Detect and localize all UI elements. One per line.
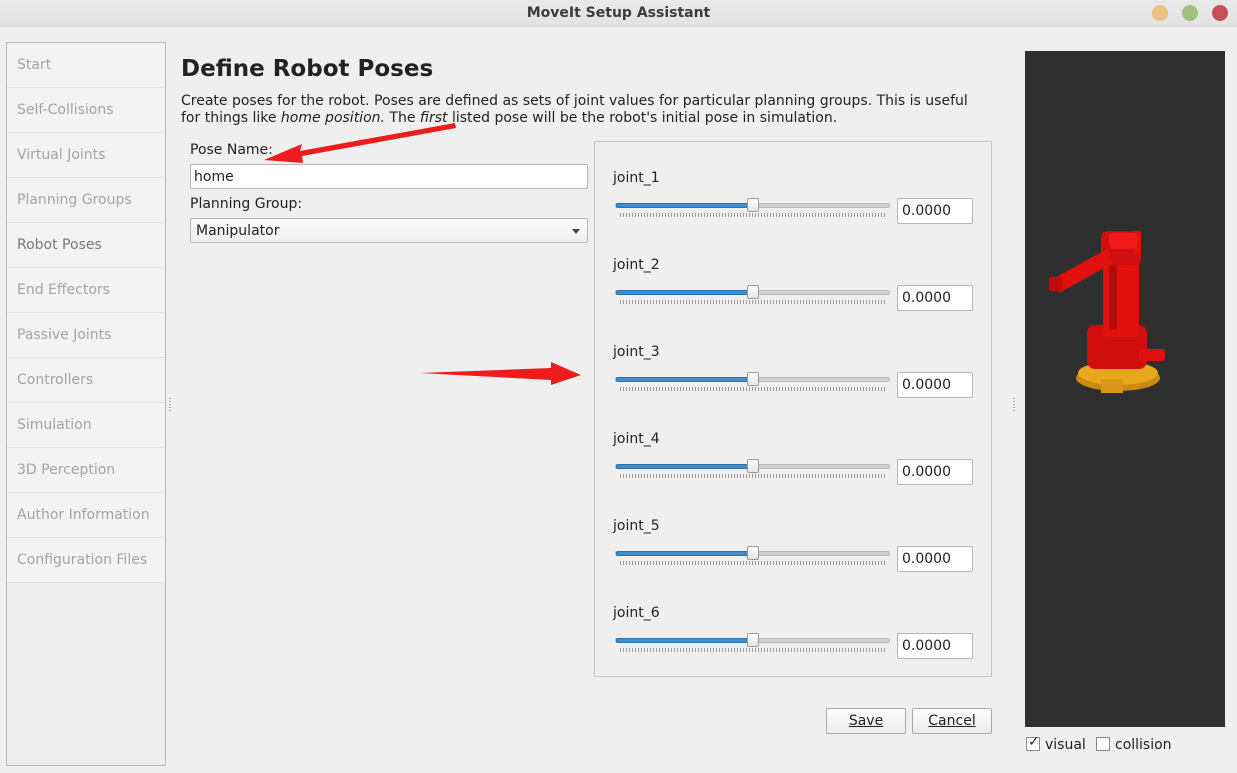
joint-slider-fill: [616, 377, 753, 382]
right-splitter-handle[interactable]: [1013, 398, 1015, 412]
joint-value-input[interactable]: [897, 198, 973, 224]
joints-panel: joint_1 joint_2 joint_3 joint_4: [594, 141, 992, 677]
joint-slider-handle[interactable]: [747, 546, 759, 560]
joint-slider[interactable]: [615, 285, 890, 299]
joint-row: joint_4: [595, 403, 991, 490]
sidebar-item-robot-poses[interactable]: Robot Poses: [7, 223, 165, 268]
planning-group-label: Planning Group:: [190, 196, 303, 212]
minimize-button[interactable]: [1152, 5, 1168, 21]
robot-turret-side: [1139, 349, 1165, 361]
planning-group-value: Manipulator: [196, 223, 280, 239]
planning-group-select[interactable]: Manipulator: [190, 218, 588, 243]
joint-slider-ticks: [620, 300, 885, 304]
sidebar-item-start[interactable]: Start: [7, 43, 165, 88]
sidebar-item-controllers[interactable]: Controllers: [7, 358, 165, 403]
cancel-button[interactable]: Cancel: [912, 708, 992, 734]
joint-slider-handle[interactable]: [747, 285, 759, 299]
joint-row: joint_1: [595, 142, 991, 229]
joint-slider[interactable]: [615, 198, 890, 212]
joint-value-input[interactable]: [897, 633, 973, 659]
sidebar-item-passive-joints[interactable]: Passive Joints: [7, 313, 165, 358]
joint-slider-handle[interactable]: [747, 198, 759, 212]
annotation-arrow-to-pose-name: [264, 123, 456, 163]
joint-slider[interactable]: [615, 459, 890, 473]
collision-toggle[interactable]: collision: [1096, 737, 1172, 753]
joint-label: joint_5: [613, 518, 660, 534]
page-description: Create poses for the robot. Poses are de…: [181, 93, 981, 127]
robot-base-foot: [1101, 379, 1123, 393]
sidebar-item-author-information[interactable]: Author Information: [7, 493, 165, 538]
joint-row: joint_2: [595, 229, 991, 316]
robot-lower-arm-shade: [1109, 259, 1117, 329]
pose-name-input[interactable]: [190, 164, 588, 189]
sidebar-item-planning-groups[interactable]: Planning Groups: [7, 178, 165, 223]
sidebar-item-configuration-files[interactable]: Configuration Files: [7, 538, 165, 583]
joint-slider-handle[interactable]: [747, 633, 759, 647]
joint-label: joint_6: [613, 605, 660, 621]
robot-model-render: [1049, 231, 1165, 393]
title-bar: MoveIt Setup Assistant: [0, 0, 1237, 27]
joint-row: joint_6: [595, 577, 991, 664]
robot-wrist: [1049, 277, 1063, 291]
joint-slider-ticks: [620, 648, 885, 652]
joint-row: joint_3: [595, 316, 991, 403]
desc-text-3: listed pose will be the robot's initial …: [447, 110, 838, 126]
joint-slider-handle[interactable]: [747, 459, 759, 473]
joint-slider-fill: [616, 203, 753, 208]
chevron-down-icon: [572, 229, 580, 234]
joint-row: joint_5: [595, 490, 991, 577]
sidebar-item-end-effectors[interactable]: End Effectors: [7, 268, 165, 313]
joint-slider-handle[interactable]: [747, 372, 759, 386]
joint-value-input[interactable]: [897, 546, 973, 572]
window-title: MoveIt Setup Assistant: [526, 5, 711, 21]
maximize-button[interactable]: [1182, 5, 1198, 21]
sidebar-nav: Start Self-Collisions Virtual Joints Pla…: [6, 42, 166, 766]
robot-motor-housing: [1109, 233, 1137, 249]
joint-value-input[interactable]: [897, 285, 973, 311]
robot-3d-viewer[interactable]: [1025, 51, 1225, 727]
joint-slider-ticks: [620, 561, 885, 565]
joint-value-input[interactable]: [897, 372, 973, 398]
joint-slider-fill: [616, 290, 753, 295]
joint-slider-fill: [616, 638, 753, 643]
visual-toggle[interactable]: visual: [1026, 734, 1086, 753]
sidebar-item-self-collisions[interactable]: Self-Collisions: [7, 88, 165, 133]
sidebar-item-simulation[interactable]: Simulation: [7, 403, 165, 448]
joint-label: joint_1: [613, 170, 660, 186]
left-splitter-handle[interactable]: [169, 398, 171, 412]
joint-slider-ticks: [620, 387, 885, 391]
joint-slider[interactable]: [615, 546, 890, 560]
desc-emphasis-first: first: [419, 110, 448, 126]
joint-label: joint_4: [613, 431, 660, 447]
save-button[interactable]: Save: [826, 708, 906, 734]
sidebar-item-3d-perception[interactable]: 3D Perception: [7, 448, 165, 493]
page-title: Define Robot Poses: [181, 56, 434, 82]
joint-label: joint_3: [613, 344, 660, 360]
desc-emphasis-home: home position.: [280, 110, 385, 126]
collision-checkbox[interactable]: [1096, 737, 1110, 751]
annotation-arrow-to-joints: [420, 362, 581, 385]
collision-label: collision: [1115, 737, 1172, 753]
joint-slider-ticks: [620, 213, 885, 217]
visual-label: visual: [1045, 737, 1086, 753]
joint-slider[interactable]: [615, 633, 890, 647]
joint-slider[interactable]: [615, 372, 890, 386]
sidebar-item-virtual-joints[interactable]: Virtual Joints: [7, 133, 165, 178]
joint-slider-fill: [616, 464, 753, 469]
joint-slider-ticks: [620, 474, 885, 478]
desc-text-2: The: [384, 110, 420, 126]
close-button[interactable]: [1212, 5, 1228, 21]
pose-name-label: Pose Name:: [190, 142, 273, 158]
joint-slider-fill: [616, 551, 753, 556]
visual-checkbox[interactable]: [1026, 734, 1040, 751]
joint-label: joint_2: [613, 257, 660, 273]
joint-value-input[interactable]: [897, 459, 973, 485]
